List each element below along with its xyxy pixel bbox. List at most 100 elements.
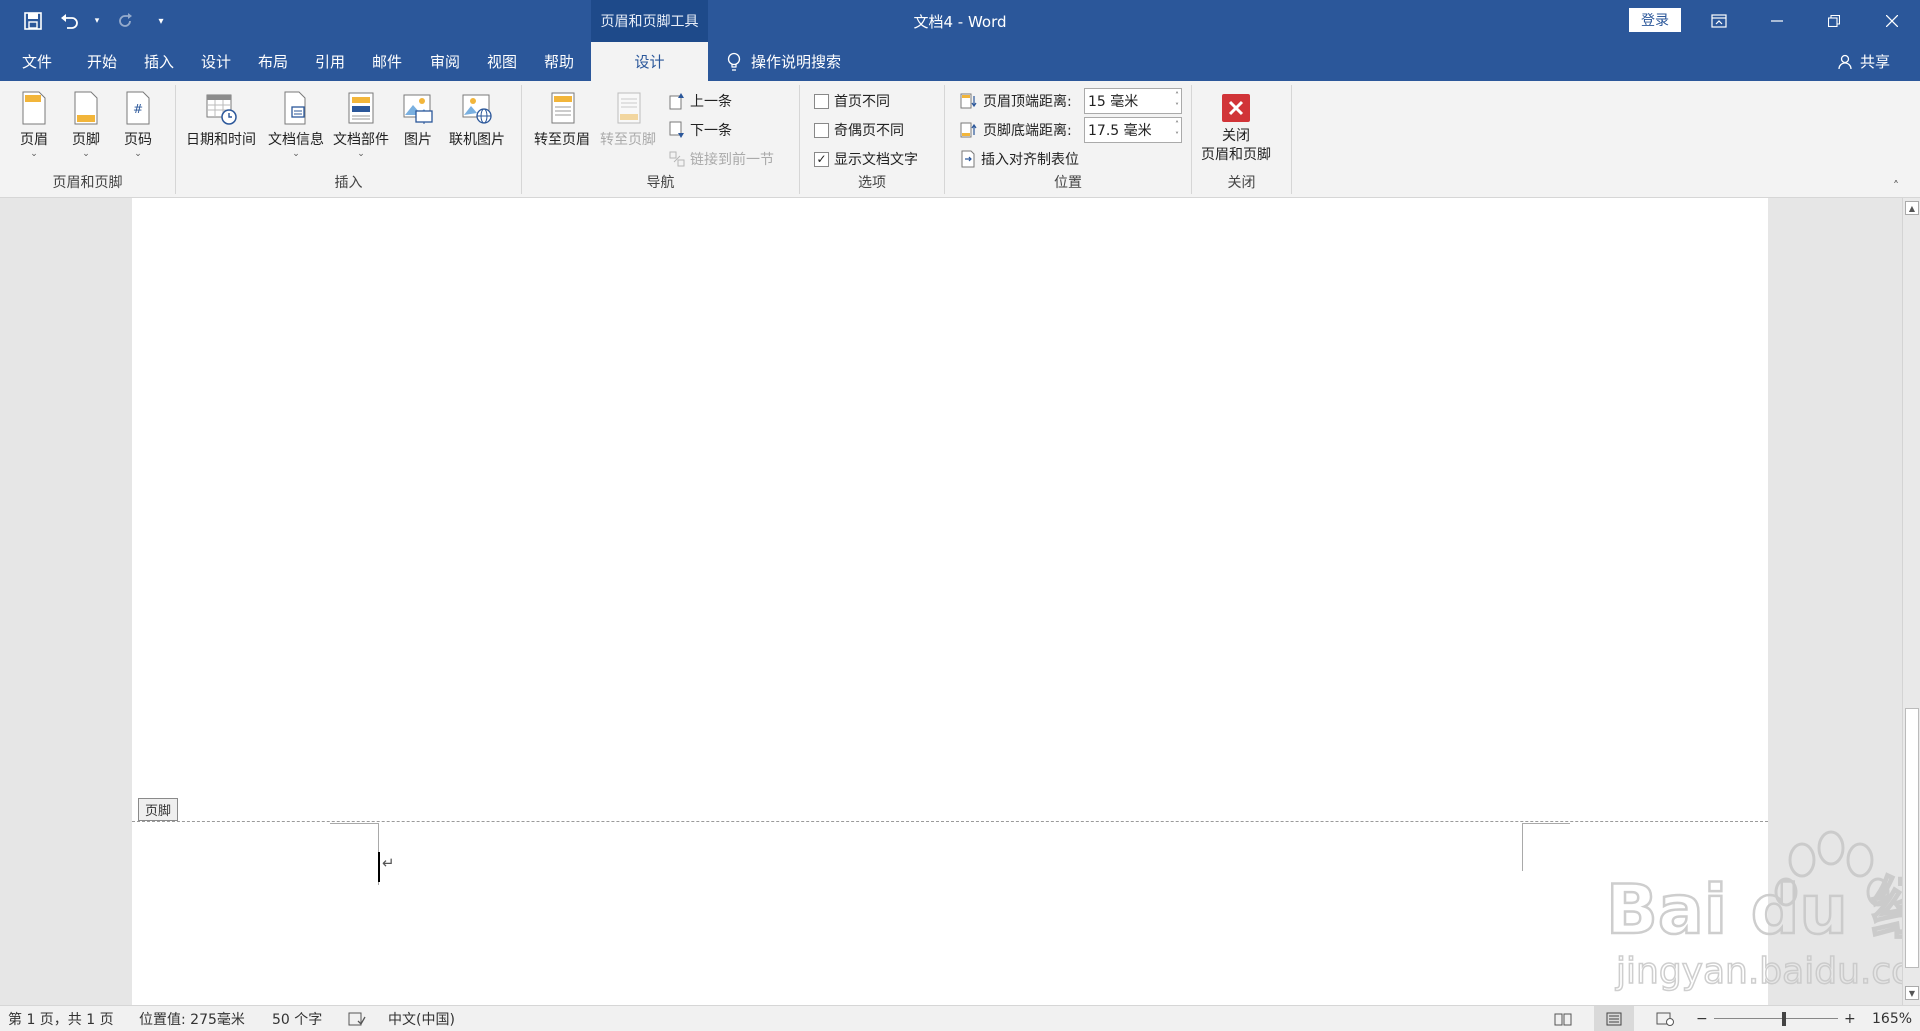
quick-access-toolbar: ▾ ▾ [20, 8, 174, 34]
scroll-thumb[interactable] [1905, 708, 1919, 968]
footer-bottom-label: 页脚底端距离: [983, 123, 1072, 139]
tab-layout[interactable]: 布局 [258, 42, 288, 81]
document-info-icon [284, 91, 306, 125]
scroll-down-icon[interactable]: ▼ [1905, 986, 1919, 1000]
context-tool-label: 页眉和页脚工具 [591, 0, 708, 42]
document-page[interactable]: 页脚 ↵ Bai du 经验 jingyan.baidu.com [132, 198, 1920, 1005]
page-number-button[interactable]: # 页码 ⌄ [122, 91, 154, 159]
tab-help[interactable]: 帮助 [544, 42, 574, 81]
text-cursor [378, 852, 380, 882]
spin-arrows[interactable]: ˄ ˅ [1175, 90, 1179, 112]
tab-view[interactable]: 视图 [487, 42, 517, 81]
undo-dropdown-icon[interactable]: ▾ [92, 8, 102, 34]
goto-header-button[interactable]: 转至页眉 [534, 91, 590, 149]
tab-mailings[interactable]: 邮件 [372, 42, 402, 81]
tab-header-footer-design[interactable]: 设计 [591, 42, 708, 81]
restore-icon[interactable] [1806, 0, 1862, 42]
close-header-footer-button[interactable]: 关闭 页眉和页脚 [1201, 93, 1271, 165]
picture-button[interactable]: 图片 [402, 91, 434, 149]
status-word-count[interactable]: 50 个字 [272, 1006, 322, 1031]
link-previous-button[interactable]: 链接到前一节 [669, 147, 774, 171]
docparts-button[interactable]: 文档部件 ⌄ [333, 91, 389, 159]
header-icon [22, 91, 46, 125]
baidu-jingyan-watermark: Bai du 经验 jingyan.baidu.com [1605, 818, 1920, 998]
lightbulb-icon [727, 52, 741, 71]
zoom-level[interactable]: 165% [1872, 1006, 1912, 1031]
goto-footer-button[interactable]: 转至页脚 [600, 91, 656, 149]
zoom-out-icon[interactable]: − [1696, 1006, 1708, 1031]
tab-review[interactable]: 审阅 [430, 42, 460, 81]
save-icon[interactable] [20, 8, 46, 34]
calendar-clock-icon [206, 94, 237, 125]
tab-file[interactable]: 文件 [22, 42, 52, 81]
previous-button[interactable]: 上一条 [669, 89, 732, 113]
proofing-icon[interactable] [348, 1006, 366, 1031]
tell-me-search[interactable]: 操作说明搜索 [727, 42, 841, 81]
web-layout-icon[interactable] [1656, 1006, 1674, 1031]
status-page[interactable]: 第 1 页，共 1 页 [8, 1006, 114, 1031]
docinfo-button[interactable]: 文档信息 ⌄ [268, 91, 324, 159]
document-area[interactable]: 页脚 ↵ Bai du 经验 jingyan.baidu.com [0, 198, 1920, 1005]
status-language[interactable]: 中文(中国) [388, 1006, 455, 1031]
spin-up-icon[interactable]: ˄ [1175, 90, 1179, 101]
datetime-button[interactable]: 日期和时间 [186, 91, 256, 149]
share-button[interactable]: 共享 [1838, 42, 1890, 81]
customize-qat-icon[interactable]: ▾ [148, 8, 174, 34]
margin-corner-left [330, 823, 378, 824]
chevron-down-icon: ⌄ [134, 149, 142, 159]
close-button-line1: 关闭 [1222, 128, 1250, 144]
spin-down-icon[interactable]: ˅ [1175, 101, 1179, 112]
next-button[interactable]: 下一条 [669, 118, 732, 142]
different-odd-even-label: 奇偶页不同 [834, 123, 904, 139]
redo-icon[interactable] [112, 8, 138, 34]
page-number-icon: # [126, 91, 150, 125]
tab-references[interactable]: 引用 [315, 42, 345, 81]
header-button[interactable]: 页眉 ⌄ [18, 91, 50, 159]
footer-bottom-distance-label-row: 页脚底端距离: [960, 118, 1072, 142]
minimize-icon[interactable] [1749, 0, 1805, 42]
online-picture-button[interactable]: 联机图片 [449, 91, 505, 149]
goto-header-icon [551, 92, 575, 124]
spin-up-icon[interactable]: ˄ [1175, 119, 1179, 130]
vertical-scrollbar[interactable]: ▲ ▼ [1902, 198, 1920, 1005]
scroll-up-icon[interactable]: ▲ [1905, 201, 1919, 215]
zoom-in-icon[interactable]: + [1844, 1006, 1856, 1031]
different-odd-even-checkbox[interactable]: 奇偶页不同 [814, 118, 904, 142]
spin-down-icon[interactable]: ˅ [1175, 130, 1179, 141]
collapse-ribbon-icon[interactable]: ˄ [1893, 179, 1899, 193]
group-navigation: 转至页眉 转至页脚 上一条 下一条 链接到前一节 导航 [522, 85, 800, 194]
footer-tag: 页脚 [138, 798, 179, 821]
footer-button[interactable]: 页脚 ⌄ [70, 91, 102, 159]
login-button[interactable]: 登录 [1629, 8, 1681, 32]
different-first-label: 首页不同 [834, 94, 890, 110]
header-top-distance-input[interactable]: 15 毫米 ˄ ˅ [1084, 88, 1182, 114]
header-top-distance-label-row: 页眉顶端距离: [960, 89, 1072, 113]
footer-bottom-distance-input[interactable]: 17.5 毫米 ˄ ˅ [1084, 117, 1182, 143]
read-mode-icon[interactable] [1554, 1006, 1572, 1031]
status-position[interactable]: 位置值: 275毫米 [139, 1006, 245, 1031]
link-previous-label: 链接到前一节 [690, 152, 774, 168]
header-distance-icon [960, 93, 977, 109]
goto-header-label: 转至页眉 [534, 132, 590, 148]
different-first-page-checkbox[interactable]: 首页不同 [814, 89, 890, 113]
footer-bottom-value: 17.5 毫米 [1088, 123, 1152, 139]
tab-home[interactable]: 开始 [87, 42, 117, 81]
docparts-label: 文档部件 [333, 132, 389, 148]
spin-arrows[interactable]: ˄ ˅ [1175, 119, 1179, 141]
ribbon-display-options-icon[interactable] [1691, 0, 1747, 42]
insert-align-tab-button[interactable]: 插入对齐制表位 [960, 147, 1079, 171]
footer-icon [74, 91, 98, 125]
checkbox-box [814, 122, 829, 138]
zoom-slider-track[interactable] [1714, 1018, 1838, 1019]
show-doc-text-checkbox[interactable]: ✓ 显示文档文字 [814, 147, 918, 171]
tab-design[interactable]: 设计 [201, 42, 231, 81]
datetime-label: 日期和时间 [186, 132, 256, 148]
close-icon[interactable] [1864, 0, 1920, 42]
svg-text:#: # [133, 102, 143, 116]
zoom-slider-thumb[interactable] [1782, 1012, 1786, 1026]
ribbon-tab-bar: 文件 开始 插入 设计 布局 引用 邮件 审阅 视图 帮助 设计 操作说明搜索 … [0, 42, 1920, 81]
tab-insert[interactable]: 插入 [144, 42, 174, 81]
undo-icon[interactable] [56, 8, 82, 34]
print-layout-icon[interactable] [1594, 1006, 1634, 1031]
group-label-close: 关闭 [1227, 175, 1256, 191]
